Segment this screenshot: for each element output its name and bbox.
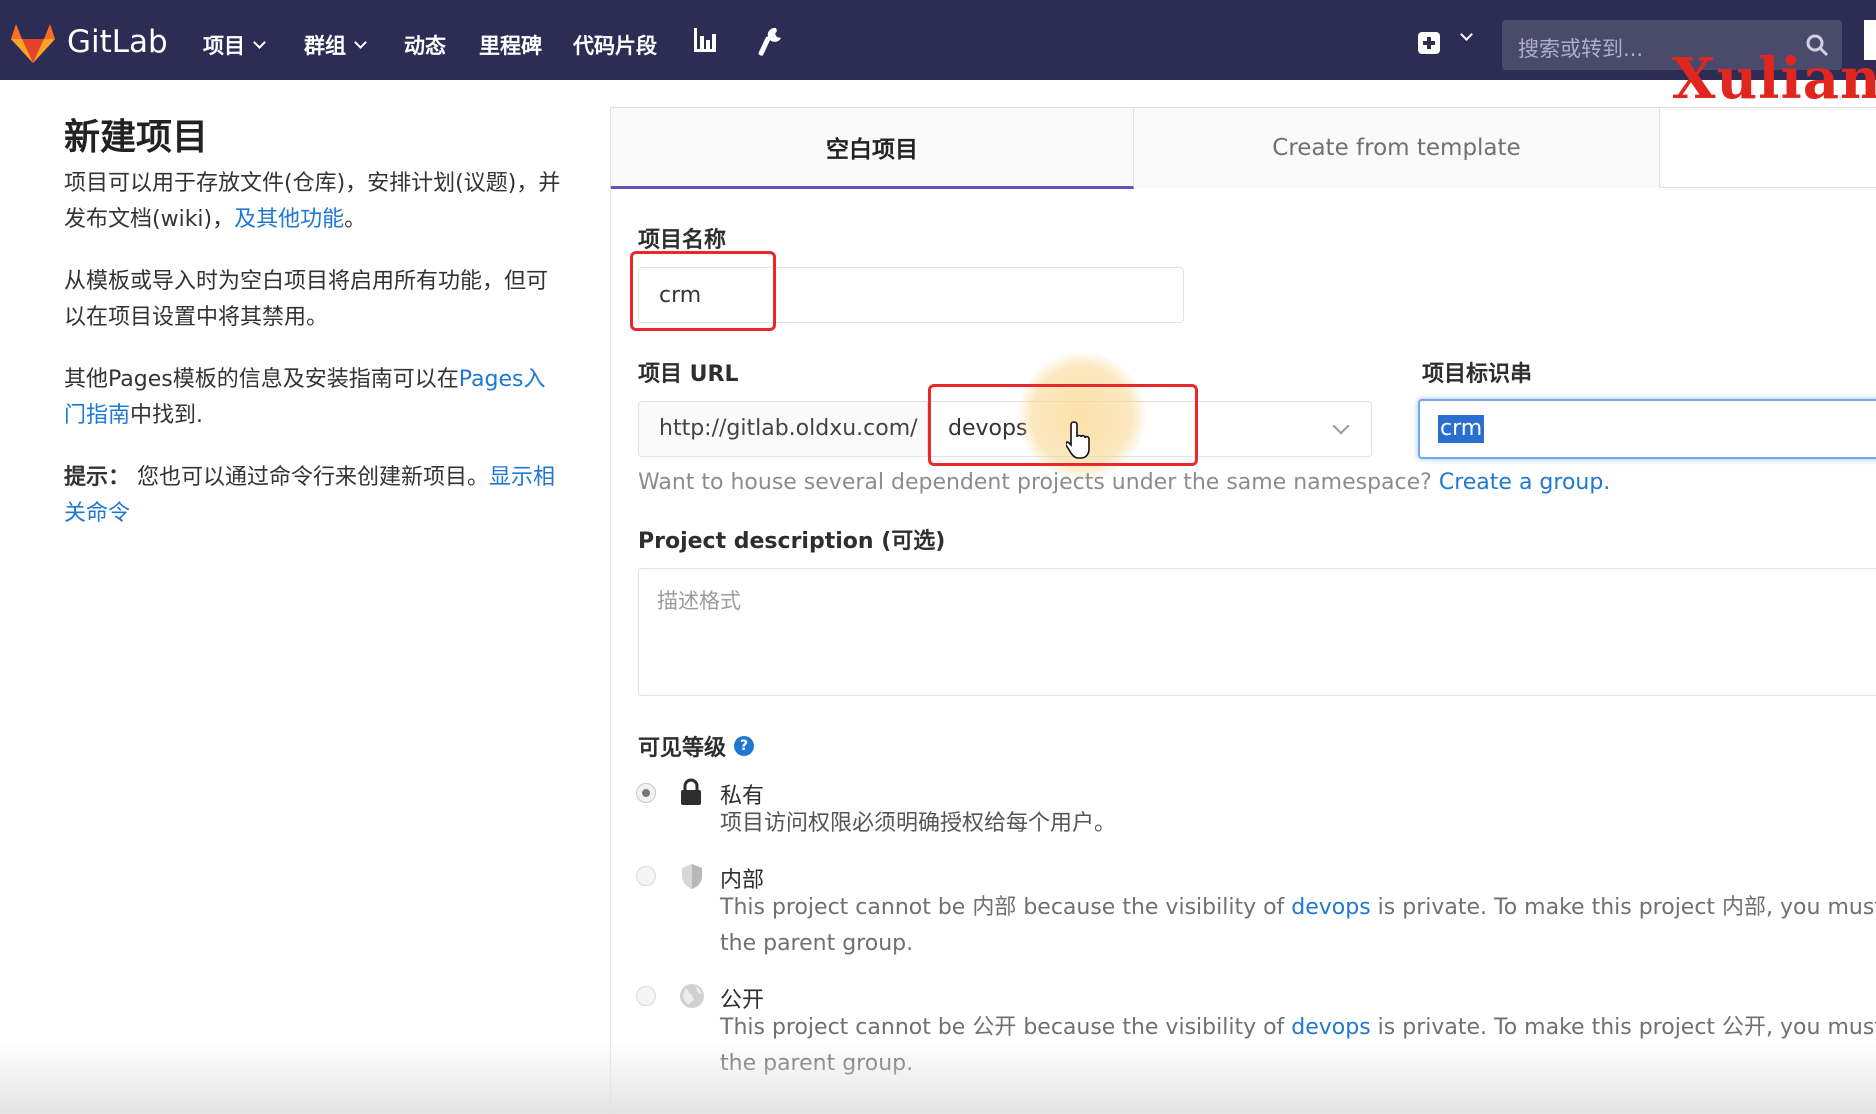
public-desc-b: is private. To make this project 公开, you… [1370,1015,1876,1040]
nav-activity-label: 动态 [404,34,446,58]
tip-text: 您也可以通过命令行来创建新项目。 [130,465,490,490]
description-placeholder: 描述格式 [657,589,741,613]
plus-square-icon[interactable] [1418,32,1440,54]
nav-snippets[interactable]: 代码片段 [573,30,657,60]
namespace-help: Want to house several dependent projects… [638,470,1610,495]
nav-groups-label: 群组 [304,34,346,58]
chevron-down-icon [253,35,266,49]
nav-projects-label: 项目 [203,34,245,58]
project-name-label: 项目名称 [638,228,727,253]
chevron-down-icon [354,35,367,49]
highlight-box [630,251,776,331]
project-description-textarea[interactable]: 描述格式 [638,568,1876,696]
devops-group-link[interactable]: devops [1291,1015,1370,1040]
url-label-text: 项目 URL [638,362,739,387]
create-group-link[interactable]: Create a group. [1439,470,1610,495]
nav-groups[interactable]: 群组 [304,30,367,60]
project-url-label: 项目 URL [638,356,738,388]
intro-paragraph: 项目可以用于存放文件(仓库)，安排计划(议题)，并发布文档(wiki)，及其他功… [64,166,564,238]
more-features-link[interactable]: 及其他功能 [234,207,344,232]
project-slug-value: crm [1438,415,1485,443]
highlight-box [928,384,1198,466]
visibility-private-desc: 项目访问权限必须明确授权给每个用户。 [720,811,1117,836]
namespace-help-text: Want to house several dependent projects… [638,470,1439,495]
pages-note: 其他Pages模板的信息及安装指南可以在Pages入门指南中找到. [64,362,564,434]
top-navbar: GitLab 项目 群组 动态 里程碑 代码片段 搜索或转到... [0,0,1876,80]
globe-icon [680,984,704,1008]
visibility-label-text: 可见等级 [638,736,727,761]
search-placeholder: 搜索或转到... [1518,37,1644,61]
url-prefix: http://gitlab.oldxu.com/ [638,401,928,457]
devops-group-link[interactable]: devops [1291,895,1370,920]
internal-desc-b: is private. To make this project 内部, you… [1370,895,1876,920]
chevron-down-icon [1332,417,1350,435]
visibility-internal-radio[interactable] [636,866,656,886]
nav-activity[interactable]: 动态 [404,30,446,60]
public-desc-c: the parent group. [720,1051,914,1076]
tip-label: 提示： [64,465,131,490]
internal-desc-a: This project cannot be 内部 because the vi… [720,895,1292,920]
tab-blank-project[interactable]: 空白项目 [610,108,1134,189]
watermark-text: Xuliang [1672,46,1876,112]
visibility-private-radio[interactable] [636,783,656,803]
hand-cursor-icon [1066,421,1090,459]
visibility-internal-desc: This project cannot be 内部 because the vi… [720,890,1876,962]
brand-name[interactable]: GitLab [67,24,168,60]
pages-end: 中找到. [130,403,204,428]
pages-text: 其他Pages模板的信息及安装指南可以在 [64,367,459,392]
nav-projects[interactable]: 项目 [203,30,266,60]
cli-tip: 提示： 您也可以通过命令行来创建新项目。显示相关命令 [64,460,564,532]
chart-icon[interactable] [692,26,718,54]
nav-snippets-label: 代码片段 [573,34,657,58]
help-icon[interactable]: ? [734,736,755,756]
shield-icon [682,864,702,889]
visibility-public-desc: This project cannot be 公开 because the vi… [720,1010,1876,1082]
lock-icon [681,778,701,805]
tab-create-from-template[interactable]: Create from template [1134,108,1660,188]
template-note: 从模板或导入时为空白项目将启用所有功能，但可以在项目设置中将其禁用。 [64,269,549,330]
project-tabs: 空白项目 Create from template [610,107,1876,189]
public-desc-a: This project cannot be 公开 because the vi… [720,1015,1292,1040]
chevron-down-icon[interactable] [1460,28,1473,41]
page-title: 新建项目 [64,117,209,158]
visibility-public-radio[interactable] [636,986,656,1006]
wrench-icon[interactable] [758,26,784,56]
project-slug-label: 项目标识串 [1422,362,1533,387]
project-description-label: Project description (可选) [638,529,946,554]
project-slug-input[interactable]: crm [1418,399,1876,459]
internal-desc-c: the parent group. [720,931,914,956]
nav-milestones-label: 里程碑 [479,34,542,58]
gitlab-logo-icon[interactable] [10,22,56,64]
visibility-label: 可见等级 ? [638,730,755,762]
intro-end: 。 [344,207,367,232]
nav-milestones[interactable]: 里程碑 [479,30,542,60]
